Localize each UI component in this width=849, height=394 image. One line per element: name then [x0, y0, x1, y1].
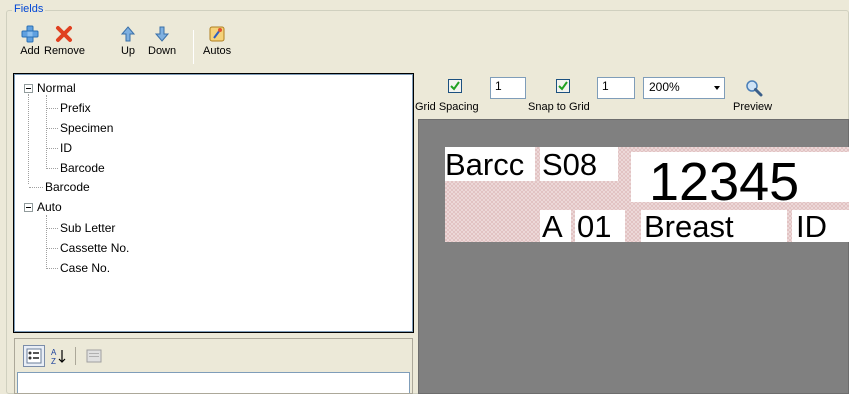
remove-button[interactable]: Remove — [44, 24, 85, 58]
svg-text:Z: Z — [51, 357, 56, 365]
tree-line — [46, 168, 58, 169]
tree-node-barcode[interactable]: Barcode — [60, 158, 105, 178]
sort-az-icon: A Z — [51, 348, 66, 365]
tree-node-case-no[interactable]: Case No. — [60, 258, 110, 278]
label-field-id[interactable]: ID — [792, 210, 849, 242]
up-button[interactable]: Up — [118, 24, 138, 58]
checkmark-icon — [558, 81, 568, 91]
tree-line — [46, 268, 58, 269]
property-grid: A Z — [14, 338, 413, 394]
down-button[interactable]: Down — [148, 24, 176, 58]
magnifier-icon — [746, 80, 763, 97]
label-field-case-no[interactable]: 12345 — [631, 152, 849, 202]
property-pages-icon — [86, 349, 102, 363]
toolbar-separator — [75, 347, 76, 365]
checkmark-icon — [450, 81, 460, 91]
tree-node-auto[interactable]: Auto — [37, 197, 62, 217]
property-pages-button[interactable] — [83, 345, 105, 367]
categorized-icon — [26, 348, 42, 364]
tree-line — [46, 95, 47, 169]
toolbar-separator — [193, 30, 194, 64]
remove-label: Remove — [44, 45, 85, 57]
label-field-specimen[interactable]: S08 — [540, 147, 618, 181]
tree-line — [46, 148, 58, 149]
autos-icon — [209, 26, 225, 42]
tree-line — [46, 228, 58, 229]
grid-spacing-checkbox[interactable] — [448, 79, 462, 93]
add-button[interactable]: Add — [20, 24, 40, 58]
label-field-sub[interactable]: Breast — [641, 210, 787, 242]
property-grid-area[interactable] — [17, 372, 410, 393]
fields-tree[interactable]: Normal Prefix Specimen ID Barcode Barcod… — [13, 73, 414, 333]
snap-to-grid-checkbox[interactable] — [556, 79, 570, 93]
add-label: Add — [20, 45, 40, 57]
tree-line — [46, 215, 47, 269]
autos-label: Autos — [203, 45, 232, 57]
expand-collapse-icon[interactable] — [24, 84, 33, 93]
label-field-cassette[interactable]: 01 — [575, 210, 625, 242]
label-preview[interactable]: Barcc S08 12345 A 01 Breast ID — [445, 147, 849, 242]
categorized-button[interactable] — [23, 345, 45, 367]
tree-node-sub-letter[interactable]: Sub Letter — [60, 218, 115, 238]
tree-line — [46, 248, 58, 249]
tree-line — [28, 94, 29, 184]
tree-line — [46, 108, 58, 109]
remove-icon — [56, 26, 73, 42]
zoom-select[interactable]: 200% — [643, 77, 725, 99]
tree-node-prefix[interactable]: Prefix — [60, 98, 91, 118]
down-label: Down — [148, 45, 177, 57]
autos-button[interactable]: Autos — [203, 24, 231, 58]
preview-button[interactable] — [744, 78, 764, 98]
tree-node-normal[interactable]: Normal — [37, 78, 76, 98]
svg-text:A: A — [51, 348, 57, 357]
grid-spacing-label: Grid Spacing — [415, 101, 479, 113]
grid-spacing-input[interactable]: 1 — [490, 77, 526, 99]
label-field-barcode[interactable]: Barcc — [445, 147, 535, 181]
arrow-down-icon — [154, 26, 170, 42]
tree-node-id[interactable]: ID — [60, 138, 72, 158]
tree-node-specimen[interactable]: Specimen — [60, 118, 113, 138]
alphabetical-button[interactable]: A Z — [48, 345, 70, 367]
snap-to-grid-label: Snap to Grid — [528, 101, 590, 113]
tree-node-cassette-no[interactable]: Cassette No. — [60, 238, 129, 258]
label-field-prefix[interactable]: A — [540, 210, 571, 242]
tree-line — [29, 187, 43, 188]
zoom-value: 200% — [649, 80, 680, 94]
add-icon — [21, 25, 39, 43]
snap-to-grid-input[interactable]: 1 — [597, 77, 635, 99]
preview-label: Preview — [733, 101, 773, 113]
up-label: Up — [120, 45, 136, 57]
chevron-down-icon — [714, 86, 720, 90]
tree-node-barcode-root[interactable]: Barcode — [45, 177, 90, 197]
tree-line — [46, 128, 58, 129]
fields-group-title: Fields — [12, 3, 46, 15]
arrow-up-icon — [120, 26, 136, 42]
expand-collapse-icon[interactable] — [24, 203, 33, 212]
design-canvas[interactable]: Barcc S08 12345 A 01 Breast ID — [418, 119, 849, 394]
